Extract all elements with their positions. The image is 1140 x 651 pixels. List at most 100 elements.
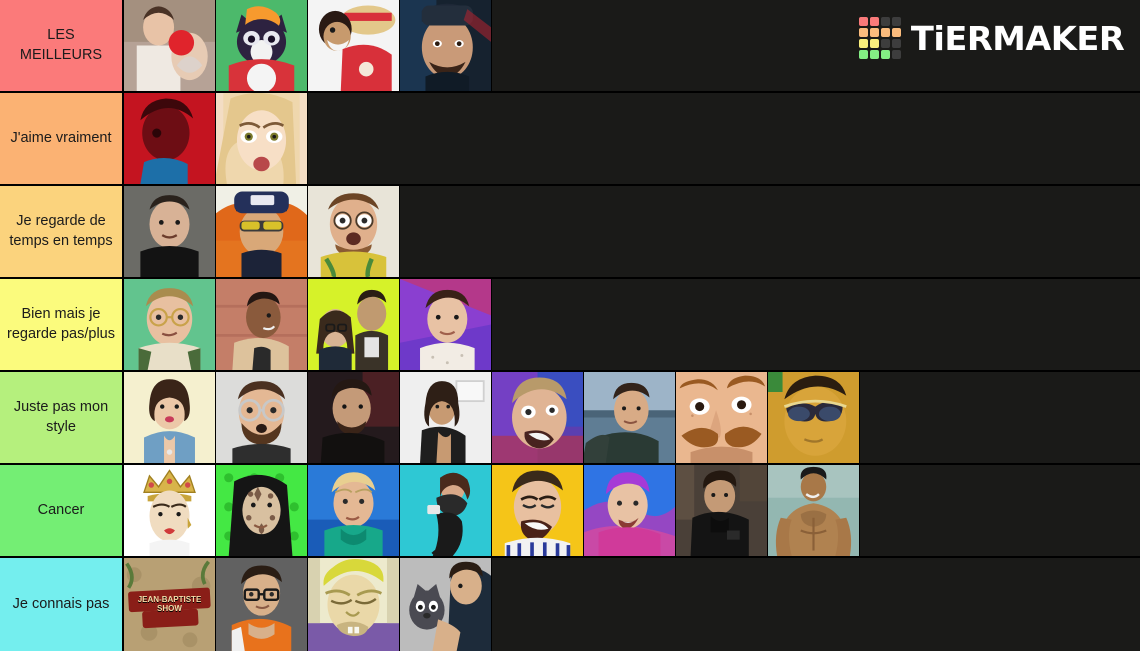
tier-items-dropzone[interactable]: JEAN-BAPTISTE SHOW	[124, 558, 1140, 651]
tier-items-dropzone[interactable]	[124, 372, 1140, 463]
tier-item-man-holding-plush-toy[interactable]	[400, 558, 492, 651]
tier-item-face-tattoo-man-green-pattern[interactable]	[216, 465, 308, 556]
tier-empty-space[interactable]	[400, 186, 1140, 277]
tier-item-laughing-man-yellow-background[interactable]	[492, 465, 584, 556]
logo-cell-empty-2-3	[891, 39, 901, 48]
tier-item-thumbnail	[676, 372, 767, 463]
tier-item-thumbnail	[308, 279, 399, 370]
tier-label[interactable]: J'aime vraiment	[0, 93, 124, 184]
tier-item-thumbnail	[308, 186, 399, 277]
tier-item-cartoon-blonde-woman[interactable]	[216, 93, 308, 184]
tier-item-thumbnail	[216, 186, 307, 277]
logo-wordmark: TiERMAKER	[910, 18, 1125, 58]
tier-item-thumbnail	[308, 465, 399, 556]
tier-item-purple-hair-man-tiedye[interactable]	[584, 465, 676, 556]
tier-item-thumbnail	[216, 0, 307, 91]
tier-item-jean-baptiste-show-thumbnail[interactable]: JEAN-BAPTISTE SHOW	[124, 558, 216, 651]
logo-cell-red-0-0	[858, 17, 868, 26]
tier-item-thumbnail	[400, 372, 491, 463]
tier-item-blond-man-teal-hoodie-blue[interactable]	[308, 465, 400, 556]
tier-item-man-dark-stage-light[interactable]	[308, 372, 400, 463]
tier-item-thumbnail	[768, 465, 859, 556]
tier-item-cartoon-blond-man-face[interactable]	[308, 558, 400, 651]
logo-cell-orange-1-1	[869, 28, 879, 37]
tier-item-thumbnail	[308, 558, 399, 651]
tier-item-thumbnail	[400, 465, 491, 556]
tier-item-young-man-purple-blue-gradient[interactable]	[400, 279, 492, 370]
logo-cell-empty-3-3	[891, 50, 901, 59]
logo-cell-empty-0-2	[880, 17, 890, 26]
tier-item-man-glasses-green-background[interactable]	[124, 279, 216, 370]
tier-row: Cancer	[0, 465, 1140, 558]
tier-item-man-holding-baby-with-heart[interactable]	[124, 0, 216, 91]
tier-items-dropzone[interactable]	[124, 279, 1140, 370]
logo-cell-yellow-2-0	[858, 39, 868, 48]
tier-row: J'aime vraiment	[0, 93, 1140, 186]
tier-item-man-with-beanie-blue-light[interactable]	[400, 0, 492, 91]
tier-item-thumbnail	[124, 372, 215, 463]
logo-cell-green-3-1	[869, 50, 879, 59]
tier-label[interactable]: Bien mais je regarde pas/plus	[0, 279, 124, 370]
tier-label[interactable]: Cancer	[0, 465, 124, 556]
tier-item-woman-teal-background-mirror[interactable]	[400, 465, 492, 556]
logo-cell-orange-1-2	[880, 28, 890, 37]
tier-items-dropzone[interactable]	[124, 93, 1140, 184]
tier-label[interactable]: Je connais pas	[0, 558, 124, 651]
tier-item-thumbnail	[216, 372, 307, 463]
tier-item-cartoon-cat-orange-hair[interactable]	[216, 0, 308, 91]
logo-cell-yellow-2-1	[869, 39, 879, 48]
tier-item-cartoon-person-crown[interactable]	[124, 465, 216, 556]
tier-item-thumbnail	[492, 465, 583, 556]
tier-empty-space[interactable]	[492, 558, 1140, 651]
tier-item-thumbnail	[400, 279, 491, 370]
logo-cell-red-0-1	[869, 17, 879, 26]
tier-items-dropzone[interactable]	[124, 186, 1140, 277]
tier-item-man-glasses-orange-jersey[interactable]	[216, 558, 308, 651]
tier-empty-space[interactable]	[308, 93, 1140, 184]
tier-item-man-outdoors-sea-sky[interactable]	[584, 372, 676, 463]
tier-item-woman-denim-shirt-cream-bg[interactable]	[124, 372, 216, 463]
tier-item-man-cap-sunglasses-explosion[interactable]	[216, 186, 308, 277]
tier-item-thumbnail	[400, 558, 491, 651]
tier-item-thumbnail	[124, 0, 215, 91]
logo-grid-icon	[858, 17, 901, 59]
tier-item-thumbnail	[124, 465, 215, 556]
tier-item-man-on-gray-background[interactable]	[124, 186, 216, 277]
tier-item-thumbnail	[216, 93, 307, 184]
tier-item-thumbnail	[584, 465, 675, 556]
tiermaker-logo[interactable]: TiERMAKER	[858, 10, 1125, 66]
logo-cell-empty-0-3	[891, 17, 901, 26]
tier-item-thumbnail	[676, 465, 767, 556]
tier-item-man-gold-sunglasses[interactable]	[768, 372, 860, 463]
tier-item-thumbnail	[124, 93, 215, 184]
tier-empty-space[interactable]	[492, 279, 1140, 370]
tier-item-thumbnail	[584, 372, 675, 463]
tier-item-caption: JEAN-BAPTISTE SHOW	[137, 595, 202, 614]
tier-item-bearded-man-glasses-gray[interactable]	[216, 372, 308, 463]
tier-item-thumbnail	[400, 0, 491, 91]
tier-item-muscular-man-teal-background[interactable]	[768, 465, 860, 556]
tier-empty-space[interactable]	[860, 465, 1140, 556]
tier-item-cartoon-mustache-man[interactable]	[676, 372, 768, 463]
tier-item-man-black-hoodie-street[interactable]	[676, 465, 768, 556]
tier-rows-container: LES MEILLEURS J'aime vraiment Je regarde d…	[0, 0, 1140, 651]
tier-empty-space[interactable]	[860, 372, 1140, 463]
tier-item-laughing-man-purple-blue[interactable]	[492, 372, 584, 463]
tier-label[interactable]: Juste pas mon style	[0, 372, 124, 463]
tier-row: Juste pas mon style	[0, 372, 1140, 465]
tier-item-cartoon-luffy-straw-hat[interactable]	[308, 0, 400, 91]
tier-label[interactable]: Je regarde de temps en temps	[0, 186, 124, 277]
tier-item-silhouette-on-red[interactable]	[124, 93, 216, 184]
tier-item-thumbnail	[216, 465, 307, 556]
tier-label[interactable]: LES MEILLEURS	[0, 0, 124, 91]
tier-item-thumbnail	[124, 279, 215, 370]
tier-item-man-beige-jacket-wall[interactable]	[216, 279, 308, 370]
tier-item-thumbnail	[216, 279, 307, 370]
tier-item-curly-hair-woman-white-room[interactable]	[400, 372, 492, 463]
tier-item-two-men-yellow-background[interactable]	[308, 279, 400, 370]
tier-item-man-glasses-yellow-shirt[interactable]	[308, 186, 400, 277]
tier-item-thumbnail	[124, 186, 215, 277]
tier-items-dropzone[interactable]	[124, 465, 1140, 556]
tier-row: Je connais pas JEAN-BAPTISTE SHOW	[0, 558, 1140, 651]
tier-item-thumbnail	[216, 558, 307, 651]
